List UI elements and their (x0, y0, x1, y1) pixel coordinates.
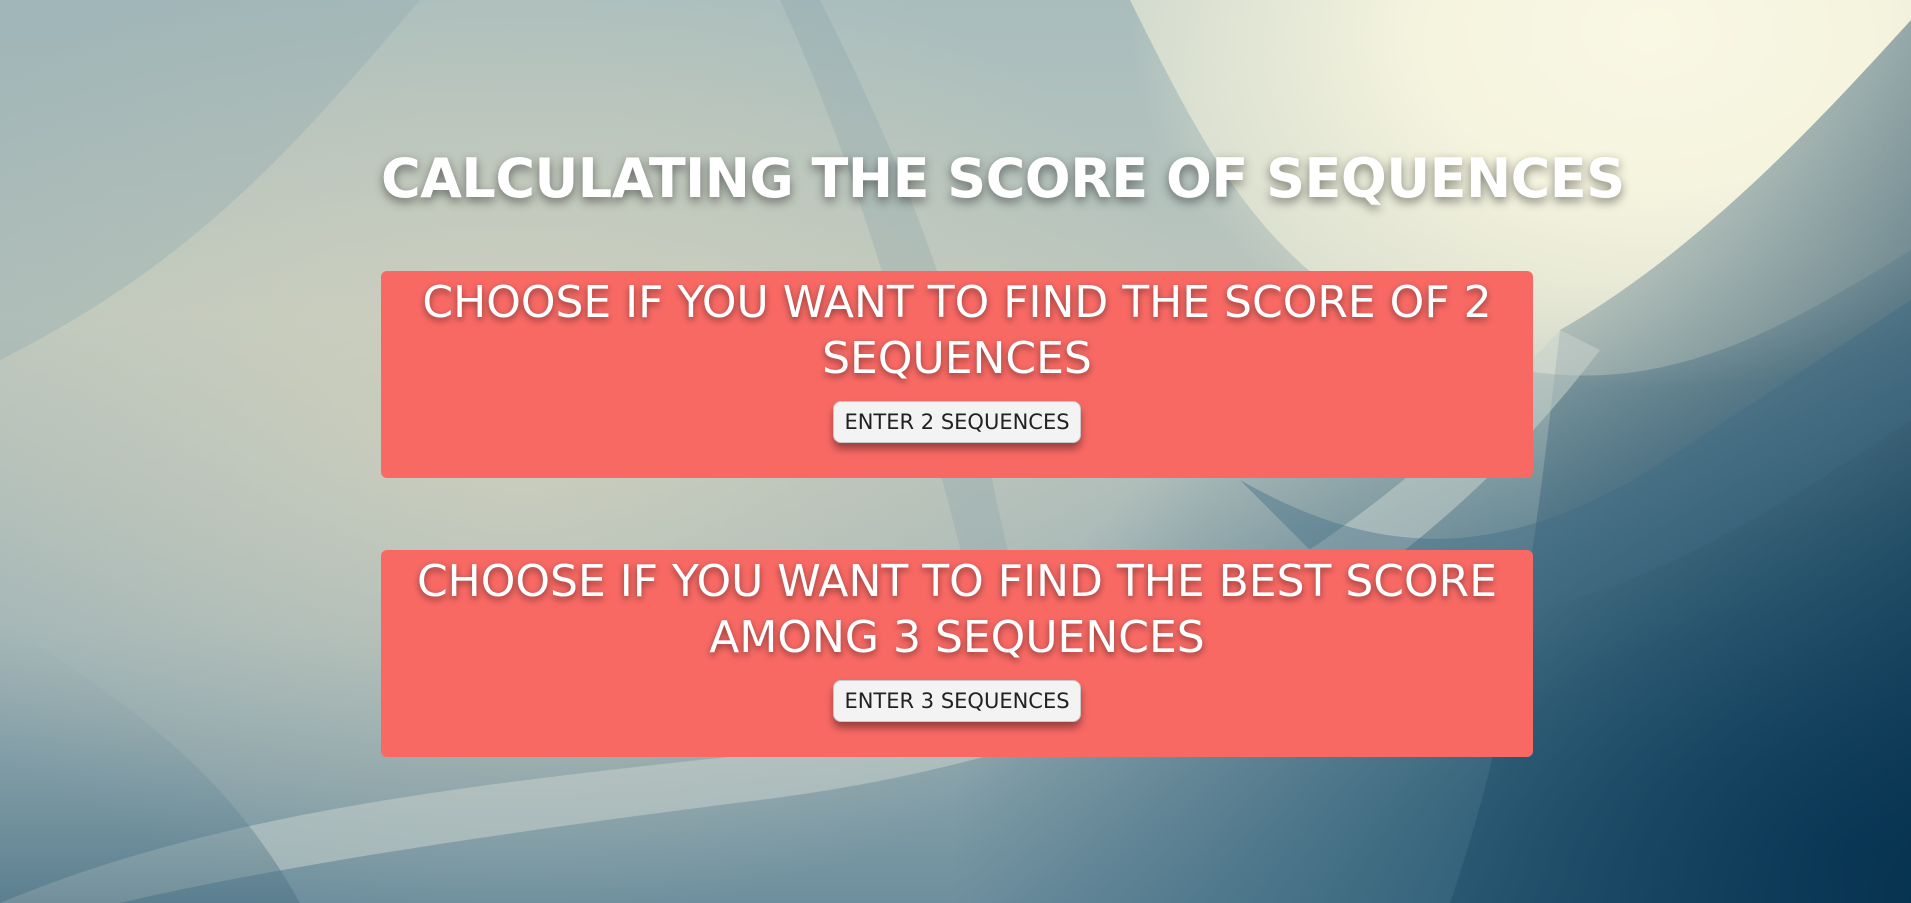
page-content: CALCULATING THE SCORE OF SEQUENCES CHOOS… (0, 0, 1911, 903)
three-sequences-heading-line2: AMONG 3 SEQUENCES (709, 612, 1205, 663)
two-sequences-card: CHOOSE IF YOU WANT TO FIND THE SCORE OF … (381, 271, 1533, 478)
two-sequences-heading-line1: CHOOSE IF YOU WANT TO FIND THE SCORE OF … (422, 277, 1492, 328)
two-sequences-heading-line2: SEQUENCES (822, 333, 1092, 384)
enter-3-sequences-button[interactable]: ENTER 3 SEQUENCES (833, 680, 1081, 722)
three-sequences-heading-line1: CHOOSE IF YOU WANT TO FIND THE BEST SCOR… (416, 556, 1498, 607)
three-sequences-card: CHOOSE IF YOU WANT TO FIND THE BEST SCOR… (381, 550, 1533, 757)
enter-2-sequences-button[interactable]: ENTER 2 SEQUENCES (833, 401, 1081, 443)
three-sequences-heading: CHOOSE IF YOU WANT TO FIND THE BEST SCOR… (381, 550, 1533, 666)
two-sequences-heading: CHOOSE IF YOU WANT TO FIND THE SCORE OF … (381, 271, 1533, 387)
page-title: CALCULATING THE SCORE OF SEQUENCES (381, 147, 1625, 210)
